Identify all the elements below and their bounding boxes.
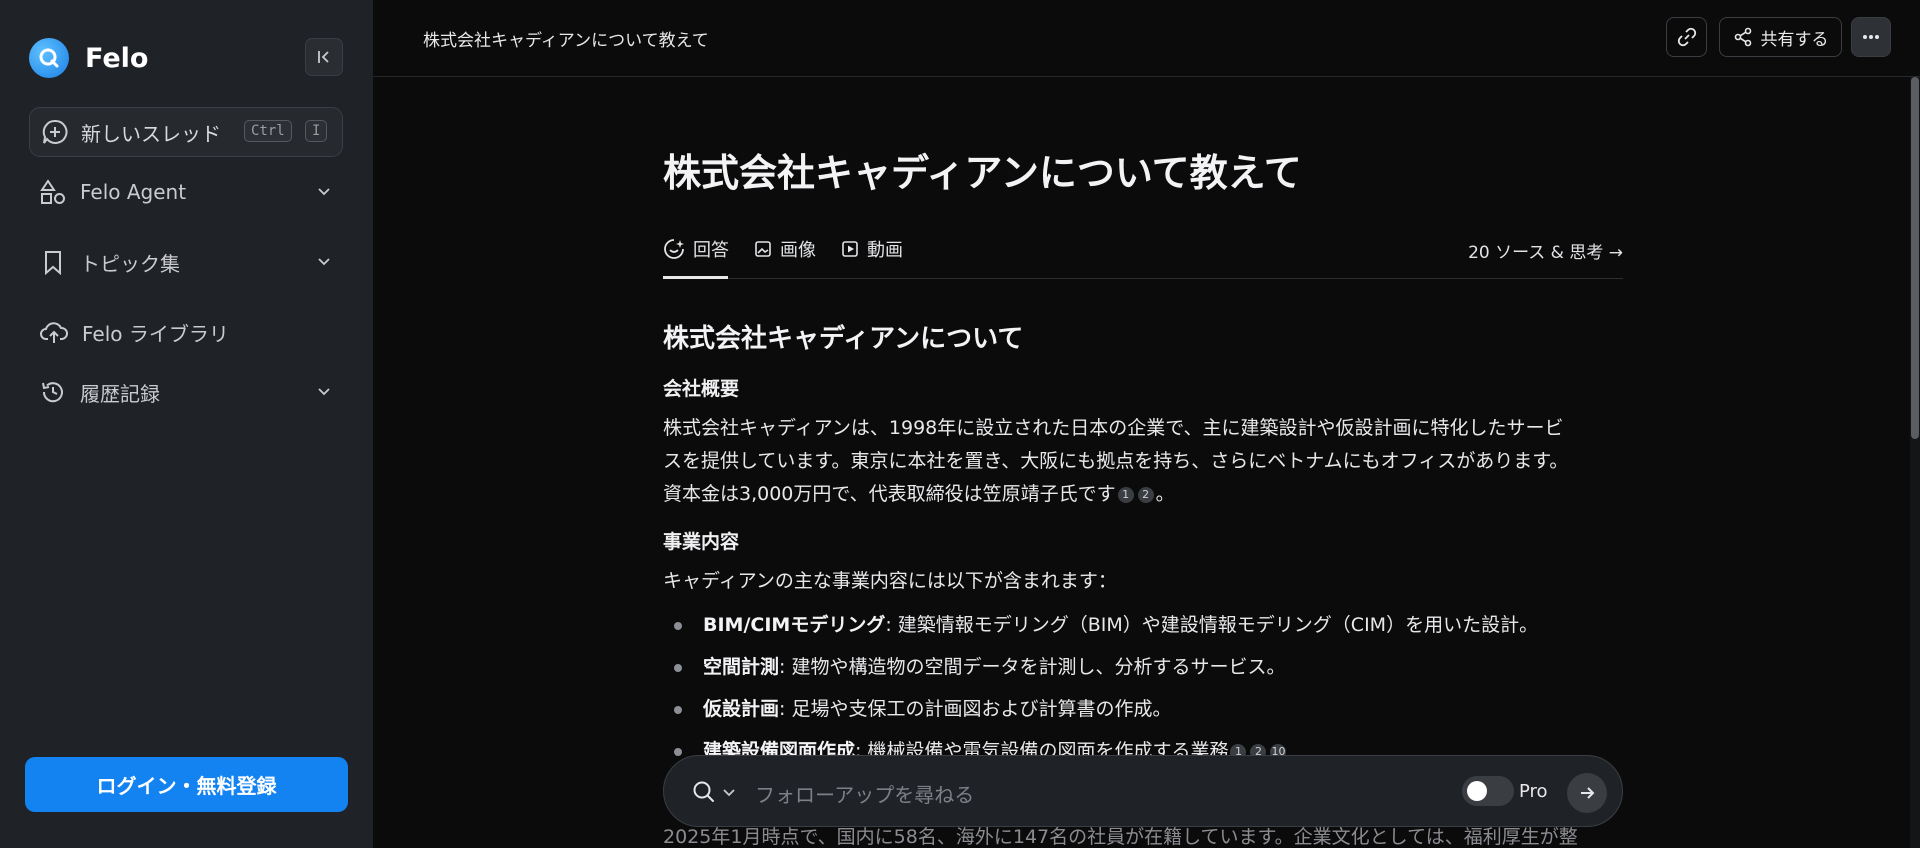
share-icon — [1734, 27, 1751, 47]
section-heading-overview: 会社概要 — [663, 378, 740, 400]
overview-paragraph: 株式会社キャディアンは、1998年に設立された日本の企業で、主に建築設計や仮設計… — [663, 412, 1623, 511]
image-icon — [754, 240, 772, 258]
business-list: BIM/CIMモデリング: 建築情報モデリング（BIM）や建設情報モデリング（C… — [663, 604, 1623, 772]
sources-link[interactable]: 20 ソース & 思考 → — [1468, 238, 1623, 263]
list-item: 空間計測: 建物や構造物の空間データを計測し、分析するサービス。 — [663, 646, 1623, 688]
brand-name: Felo — [85, 42, 149, 74]
answer-heading: 株式会社キャディアンについて — [663, 324, 1024, 354]
sidebar-item-history[interactable]: 履歴記録 — [40, 375, 340, 409]
sidebar-item-label: Felo ライブラリ — [82, 321, 229, 346]
cloud-upload-icon — [40, 322, 68, 343]
chevron-down-icon — [318, 388, 330, 396]
overview-line: 資本金は3,000万円で、代表取締役は笠原靖子氏です — [663, 483, 1116, 505]
copy-link-button[interactable] — [1666, 17, 1707, 57]
scrollbar-thumb[interactable] — [1911, 77, 1919, 439]
followup-bar: フォローアップを尋ねる Pro — [663, 755, 1623, 827]
list-item-desc: : 建物や構造物の空間データを計測し、分析するサービス。 — [779, 656, 1286, 678]
arrow-right-icon — [1581, 787, 1595, 799]
more-options-button[interactable] — [1851, 17, 1891, 57]
tab-images[interactable]: 画像 — [754, 236, 816, 262]
chevron-down-icon — [318, 258, 330, 266]
list-item: BIM/CIMモデリング: 建築情報モデリング（BIM）や建設情報モデリング（C… — [663, 604, 1623, 646]
top-bar: 株式会社キャディアンについて教えて 共有する — [373, 0, 1920, 77]
sentence-end: 。 — [1155, 483, 1175, 505]
share-label: 共有する — [1760, 29, 1829, 50]
followup-input[interactable]: フォローアップを尋ねる — [755, 779, 974, 808]
list-item-desc: : 足場や支保工の計画図および計算書の作成。 — [779, 698, 1172, 720]
chat-plus-icon — [42, 119, 68, 144]
pro-label: Pro — [1519, 781, 1548, 802]
overview-line: 株式会社キャディアンは、1998年に設立された日本の企業で、主に建築設計や仮設計… — [663, 417, 1564, 439]
list-item-desc: : 建築情報モデリング（BIM）や建設情報モデリング（CIM）を用いた設計。 — [885, 614, 1539, 636]
brand[interactable]: Felo — [29, 38, 148, 78]
ellipsis-icon — [1863, 35, 1879, 39]
section-heading-business: 事業内容 — [663, 531, 740, 553]
page-title: 株式会社キャディアンについて教えて — [663, 151, 1302, 195]
overview-line: スを提供しています。東京に本社を置き、大阪にも拠点を持ち、さらにベトナムにもオフ… — [663, 450, 1569, 472]
pro-toggle-knob — [1467, 781, 1487, 801]
video-play-icon — [841, 240, 859, 258]
result-tabs: 回答 画像 動画 20 ソース & 思考 → — [663, 232, 1623, 279]
new-thread-label: 新しいスレッド — [81, 121, 221, 146]
sidebar-item-label: トピック集 — [80, 251, 180, 276]
overview-line-last: 資本金は3,000万円で、代表取締役は笠原靖子氏です 1 2。 — [663, 478, 1623, 511]
history-icon — [42, 382, 63, 403]
send-button[interactable] — [1567, 773, 1607, 813]
citation-badge[interactable]: 1 — [1117, 486, 1134, 503]
list-item-term: 空間計測 — [703, 656, 780, 678]
sidebar-item-topics[interactable]: トピック集 — [40, 245, 340, 279]
collapse-sidebar-button[interactable] — [305, 38, 343, 76]
tab-answer[interactable]: 回答 — [663, 236, 729, 262]
tab-videos[interactable]: 動画 — [841, 236, 903, 262]
list-item: 仮設計画: 足場や支保工の計画図および計算書の作成。 — [663, 688, 1623, 730]
share-button[interactable]: 共有する — [1719, 17, 1842, 57]
search-mode-selector[interactable] — [691, 779, 737, 805]
shapes-icon — [40, 179, 65, 204]
shortcut-i-key: I — [305, 120, 328, 142]
list-item-term: BIM/CIMモデリング — [703, 614, 886, 636]
felo-logo-icon — [29, 38, 69, 78]
thread-title: 株式会社キャディアンについて教えて — [423, 31, 709, 51]
sidebar-item-library[interactable]: Felo ライブラリ — [40, 315, 340, 349]
bookmark-icon — [45, 251, 61, 275]
tab-label: 動画 — [867, 240, 903, 261]
chevron-down-icon — [723, 789, 735, 797]
business-intro: キャディアンの主な事業内容には以下が含まれます： — [663, 570, 1117, 592]
answer-article: 株式会社キャディアンについて 会社概要 株式会社キャディアンは、1998年に設立… — [663, 318, 1623, 772]
active-tab-indicator — [663, 276, 728, 279]
answer-sparkle-icon — [663, 238, 685, 260]
new-thread-button[interactable]: 新しいスレッド Ctrl I — [29, 107, 343, 157]
tab-label: 画像 — [780, 240, 816, 261]
citation-badge[interactable]: 2 — [1137, 486, 1154, 503]
link-icon — [1677, 27, 1696, 47]
collapse-left-icon — [318, 51, 329, 63]
tab-label: 回答 — [693, 240, 729, 261]
search-icon — [693, 781, 714, 802]
chevron-down-icon — [318, 188, 330, 196]
list-item-term: 仮設計画 — [703, 698, 780, 720]
sidebar-item-label: Felo Agent — [80, 180, 187, 204]
shortcut-ctrl-key: Ctrl — [244, 120, 292, 142]
login-signup-button[interactable]: ログイン・無料登録 — [25, 757, 348, 812]
sidebar-item-label: 履歴記録 — [80, 381, 160, 406]
sidebar-item-felo-agent[interactable]: Felo Agent — [40, 175, 340, 209]
sidebar: Felo 新しいスレッド Ctrl I Felo Agent トピック集 Fel… — [0, 0, 373, 848]
